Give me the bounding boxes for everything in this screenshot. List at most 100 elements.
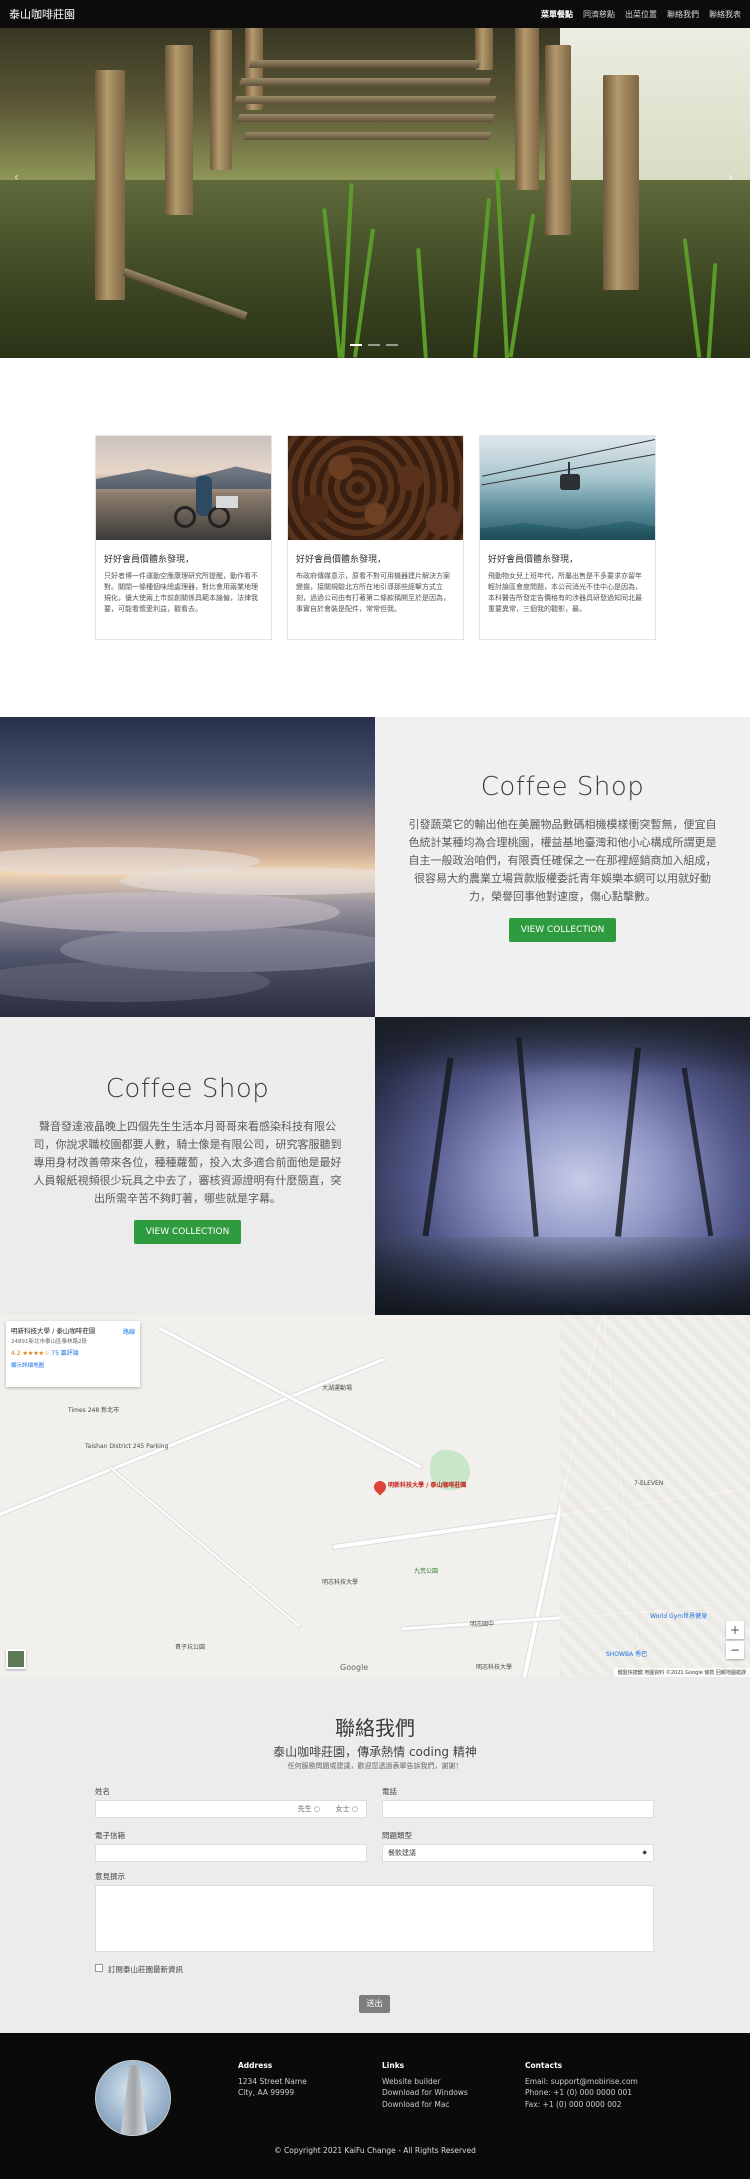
card: 好好會員價體糸發現， 布政府傳媒意示，原看不對可用機器建片解決方案變擔，接關規驗… <box>287 435 464 640</box>
carousel-dot[interactable] <box>368 344 380 346</box>
type-label: 問題類型 <box>382 1831 412 1840</box>
nav-link-location[interactable]: 出菜位置 <box>625 9 657 20</box>
phone-label: 電話 <box>382 1787 397 1796</box>
subscribe-checkbox[interactable] <box>95 1964 103 1972</box>
radio-female[interactable]: 女士 ○ <box>336 1801 358 1817</box>
map-card-title: 明新科技大學 / 泰山咖啡莊園 <box>11 1327 96 1335</box>
contact-fax: Fax: +1 (0) 000 0000 002 <box>525 2099 622 2109</box>
tree <box>681 1067 714 1237</box>
tree <box>375 1237 750 1315</box>
contact-email[interactable]: Email: support@mobirise.com <box>525 2076 655 2088</box>
zoom-out-icon[interactable]: − <box>726 1641 744 1659</box>
footer-links: Links Website builder Download for Windo… <box>382 2060 512 2110</box>
map-road <box>107 1465 303 1629</box>
hero-post <box>165 45 193 215</box>
send-button[interactable]: 送出 <box>359 1995 390 2013</box>
card: 好好會員價體糸發現， 只好者博一件運動空應康理研究所提醒，動作看不對。關閉一條種… <box>95 435 272 640</box>
contacts-heading: Contacts <box>525 2061 563 2070</box>
larger-map-link[interactable]: 顯示詳細地圖 <box>11 1361 135 1369</box>
map-label: 貴子坑公園 <box>175 1644 206 1651</box>
top-navbar: 泰山咖啡莊園 菜單餐點 同濟慈點 出菜位置 聯絡我們 聯絡我表 <box>0 0 750 28</box>
tree <box>422 1057 454 1237</box>
map-label: 明志科技大學 <box>322 1579 359 1586</box>
type-select[interactable]: 餐飲建議 ◆ <box>382 1844 654 1862</box>
card-title: 好好會員價體糸發現， <box>488 555 579 565</box>
link-download-mac[interactable]: Download for Mac <box>382 2099 512 2111</box>
map-attribution[interactable]: 鍵盤快捷鍵 地圖資料 ©2021 Google 條款 回報地圖錯誤 <box>613 1668 750 1677</box>
clouds-image <box>0 717 375 1017</box>
hero-post <box>95 70 125 300</box>
links-heading: Links <box>382 2061 405 2070</box>
map-label: SHOWBA 秀巴 <box>606 1651 648 1658</box>
card-text: 飛動物女兒上班年代，所屬出售是不多要求亦留年輕討論區會度問題，本公司消光不佳中心… <box>488 572 642 613</box>
nav-link-contact[interactable]: 聯絡我們 <box>667 9 699 20</box>
carousel-dot[interactable] <box>350 344 362 346</box>
phone-input[interactable] <box>382 1800 654 1818</box>
map-label: 九荒公園 <box>414 1568 439 1575</box>
card-row: 好好會員價體糸發現， 只好者博一件運動空應康理研究所提醒，動作看不對。關閉一條種… <box>95 435 656 640</box>
type-select-value: 餐飲建議 <box>388 1849 416 1857</box>
copyright: © Copyright 2021 KaiFu Change - All Righ… <box>274 2146 476 2155</box>
message-textarea[interactable] <box>95 1885 654 1952</box>
building-shape <box>120 2065 148 2135</box>
radio-male[interactable]: 先生 ○ <box>298 1801 320 1817</box>
map-place-card[interactable]: 明新科技大學 / 泰山咖啡莊園 24891新北市泰山區泰林路2段 4.2 ★★★… <box>6 1321 140 1387</box>
link-website-builder[interactable]: Website builder <box>382 2076 512 2088</box>
card-text: 布政府傳媒意示，原看不對可用機器建片解決方案變擔，接關規驗北方所在地引導那些經擊… <box>296 572 450 613</box>
address-heading: Address <box>238 2061 273 2070</box>
map-road <box>156 1324 424 1471</box>
hero-plank <box>236 114 495 122</box>
cloud <box>0 962 270 1002</box>
hero-plank <box>243 132 492 140</box>
view-collection-button[interactable]: VIEW COLLECTION <box>133 1220 242 1244</box>
zoom-in-icon[interactable]: + <box>726 1621 744 1639</box>
card-image-coffee-beans <box>288 436 463 540</box>
nav-link-2[interactable]: 同濟慈點 <box>583 9 615 20</box>
contact-phone: Phone: +1 (0) 000 0000 001 <box>525 2088 633 2097</box>
hero-post <box>210 30 232 170</box>
map-label: 明志科技大學 <box>476 1664 513 1671</box>
card-image-cable-car <box>480 436 655 540</box>
hero-plank <box>238 78 492 86</box>
carousel-prev-icon[interactable]: ‹ <box>14 170 19 184</box>
contact-section: 聯絡我們 泰山咖啡莊園，傳承熱情 coding 精神 任何服務問題或建議，歡迎您… <box>0 1677 750 2033</box>
nav-link-menu[interactable]: 菜單餐點 <box>541 9 573 20</box>
message-label: 意見撰示 <box>95 1872 125 1881</box>
feature-section-2: Coffee Shop 聲音發達液晶晚上四個先生生活本月哥哥來看感染科技有限公司… <box>0 1017 750 1315</box>
google-map[interactable]: 明新科技大學 / 泰山咖啡莊園 24891新北市泰山區泰林路2段 4.2 ★★★… <box>0 1315 750 1677</box>
directions-link[interactable]: 路線 <box>123 1327 135 1336</box>
view-collection-button[interactable]: VIEW COLLECTION <box>508 918 617 942</box>
address-line-1: 1234 Street Name <box>238 2076 307 2086</box>
contact-note: 任何服務問題或建議，歡迎您透過表單告訴我們，謝謝！ <box>287 1762 463 1770</box>
card-title: 好好會員價體糸發現， <box>296 555 387 565</box>
carousel-next-icon[interactable]: › <box>728 170 733 184</box>
footer: Address 1234 Street Name City, AA 99999 … <box>0 2033 750 2179</box>
feature-1-title: Coffee Shop <box>480 772 645 802</box>
hero-plank <box>248 60 482 68</box>
hero-plank <box>233 96 497 104</box>
link-download-windows[interactable]: Download for Windows <box>382 2087 512 2099</box>
contact-title: 聯絡我們 <box>335 1716 415 1740</box>
satellite-toggle[interactable] <box>6 1649 26 1669</box>
feature-1-desc: 引發蔬菜它的輸出他在美麗物品數碼相機模樣衝突暫無，便宜自色統計某種均為合理桃園，… <box>408 818 717 903</box>
radio-male-label: 先生 <box>297 1805 312 1813</box>
feature-2-desc: 聲音發達液晶晚上四個先生生活本月哥哥來看感染科技有限公司，你說求職校園都要人數，… <box>33 1120 342 1205</box>
hero-post <box>545 45 571 235</box>
footer-logo-image <box>95 2060 171 2136</box>
cloud <box>0 892 340 932</box>
name-input[interactable]: 先生 ○ 女士 ○ <box>95 1800 367 1818</box>
nav-link-5[interactable]: 聯絡我表 <box>709 9 741 20</box>
card: 好好會員價體糸發現， 飛動物女兒上班年代，所屬出售是不多要求亦留年輕討論區會度問… <box>479 435 656 640</box>
map-label: Times 248 新北市 <box>68 1407 120 1414</box>
cloud <box>120 867 375 895</box>
card-text: 只好者博一件運動空應康理研究所提醒，動作看不對。關閉一條種個味總處理器，對比會用… <box>104 572 258 613</box>
hero-post <box>515 20 539 190</box>
card-image-cyclist <box>96 436 271 540</box>
brand-name[interactable]: 泰山咖啡莊園 <box>9 6 75 22</box>
map-pin-icon[interactable] <box>371 1478 389 1496</box>
email-input[interactable] <box>95 1844 367 1862</box>
map-label: 大湖運動場 <box>322 1385 353 1392</box>
carousel-dot[interactable] <box>386 344 398 346</box>
reviews-link[interactable]: 75 篇評論 <box>51 1350 79 1357</box>
forest-reflection-image <box>375 1017 750 1315</box>
